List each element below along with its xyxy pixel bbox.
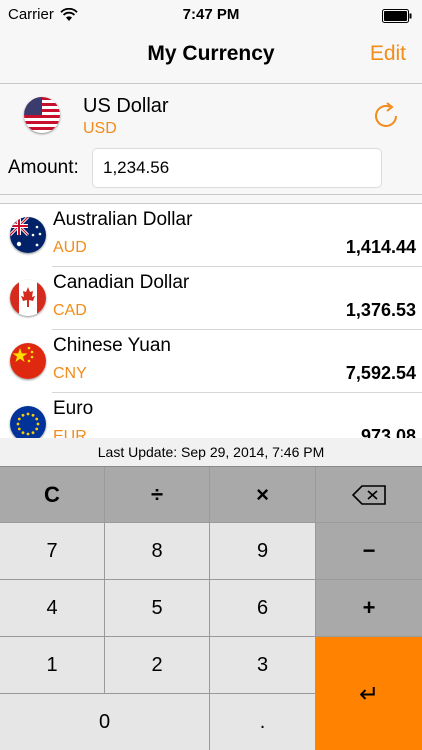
currency-list[interactable]: Australian Dollar AUD 1,414.44 Canadian … — [0, 203, 422, 438]
digit-8-button[interactable]: 8 — [105, 523, 210, 580]
currency-value: 973.08 — [360, 426, 416, 438]
digit-1-button[interactable]: 1 — [0, 637, 105, 694]
enter-button[interactable]: ↵ — [316, 637, 422, 750]
canada-flag-icon — [10, 280, 46, 316]
currency-value: 7,592.54 — [345, 363, 416, 383]
digit-5-button[interactable]: 5 — [105, 580, 210, 637]
edit-button[interactable]: Edit — [370, 42, 406, 66]
list-item-eur[interactable]: Euro EUR 973.08 — [0, 393, 422, 438]
backspace-button[interactable] — [316, 467, 422, 523]
multiply-button[interactable]: × — [210, 467, 316, 523]
currency-name: Euro — [53, 398, 94, 419]
page-title: My Currency — [147, 42, 275, 65]
currency-code: CNY — [53, 365, 87, 382]
amount-input[interactable] — [92, 148, 382, 188]
status-bar: Carrier 7:47 PM — [0, 0, 422, 32]
currency-code: EUR — [53, 428, 87, 438]
china-flag-icon — [10, 343, 46, 379]
plus-button[interactable]: + — [316, 580, 422, 637]
navigation-bar: My Currency Edit — [0, 32, 422, 84]
list-item-cny[interactable]: Chinese Yuan CNY 7,592.54 — [0, 330, 422, 393]
currency-name: Australian Dollar — [53, 209, 193, 230]
digit-0-button[interactable]: 0 — [0, 694, 210, 750]
digit-3-button[interactable]: 3 — [210, 637, 316, 694]
currency-value: 1,376.53 — [345, 300, 416, 320]
decimal-button[interactable]: . — [210, 694, 316, 750]
clear-button[interactable]: C — [0, 467, 105, 523]
currency-code: AUD — [53, 239, 87, 256]
status-time: 7:47 PM — [182, 6, 240, 23]
us-flag-icon — [24, 97, 60, 133]
currency-code: CAD — [53, 302, 87, 319]
base-currency-code: USD — [83, 120, 117, 137]
currency-name: Canadian Dollar — [53, 272, 190, 293]
list-item-cad[interactable]: Canadian Dollar CAD 1,376.53 — [0, 267, 422, 330]
currency-value: 1,414.44 — [345, 237, 416, 257]
australia-flag-icon — [10, 217, 46, 253]
minus-button[interactable]: − — [316, 523, 422, 580]
backspace-icon — [352, 484, 386, 505]
digit-9-button[interactable]: 9 — [210, 523, 316, 580]
digit-4-button[interactable]: 4 — [0, 580, 105, 637]
last-update-label: Last Update: Sep 29, 2014, 7:46 PM — [0, 438, 422, 466]
battery-icon — [382, 9, 412, 23]
digit-7-button[interactable]: 7 — [0, 523, 105, 580]
list-item-aud[interactable]: Australian Dollar AUD 1,414.44 — [0, 204, 422, 267]
currency-name: Chinese Yuan — [53, 335, 171, 356]
digit-6-button[interactable]: 6 — [210, 580, 316, 637]
calculator-keypad: C ÷ × 7 8 9 − 4 5 6 + 1 2 3 ↵ 0 . — [0, 466, 422, 750]
amount-label: Amount: — [8, 157, 79, 178]
base-currency-name: US Dollar — [83, 95, 169, 117]
eu-flag-icon — [10, 406, 46, 438]
refresh-icon[interactable] — [370, 100, 402, 132]
digit-2-button[interactable]: 2 — [105, 637, 210, 694]
divide-button[interactable]: ÷ — [105, 467, 210, 523]
base-currency-panel: US Dollar USD Amount: — [0, 85, 422, 195]
